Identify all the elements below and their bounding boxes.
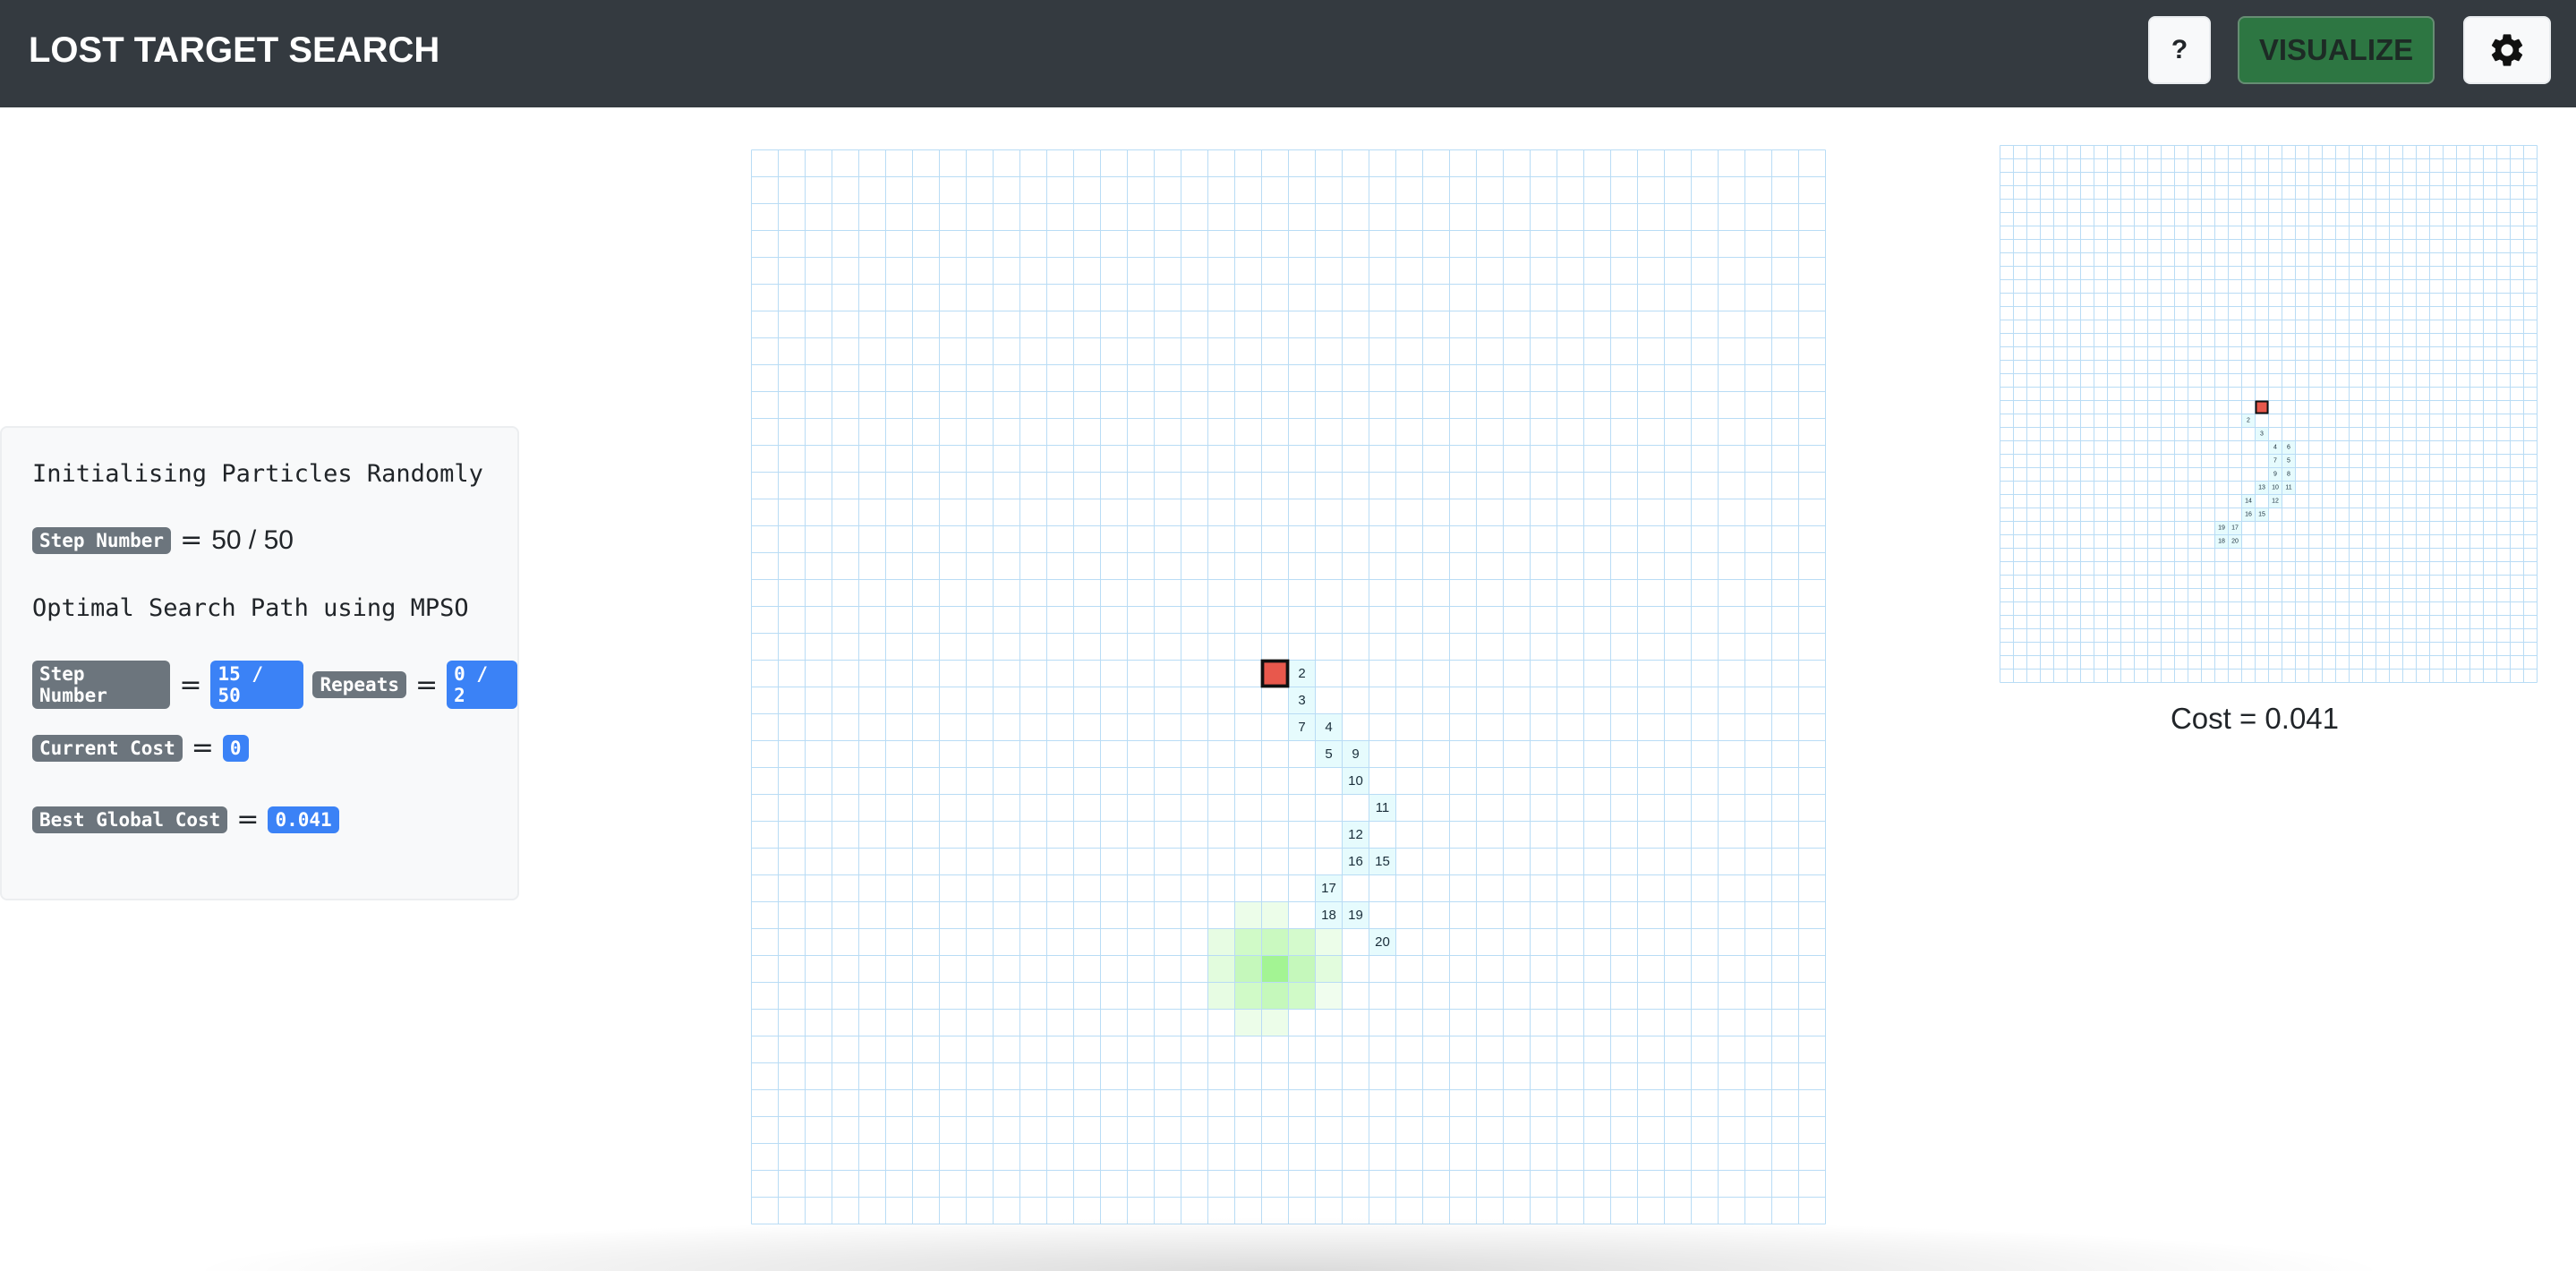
visualize-label: VISUALIZE bbox=[2258, 33, 2414, 66]
heat-cell bbox=[1207, 955, 1235, 983]
heat-cell bbox=[1234, 982, 1262, 1010]
path-step-label: 16 bbox=[2245, 512, 2252, 518]
path-step-label: 10 bbox=[1348, 773, 1363, 789]
path-step-label: 20 bbox=[1375, 934, 1390, 950]
heat-cell bbox=[1234, 1009, 1262, 1036]
settings-button[interactable] bbox=[2463, 16, 2551, 84]
footer-shadow bbox=[179, 1217, 2399, 1271]
path-step-label: 3 bbox=[2260, 431, 2264, 438]
heat-cell bbox=[1288, 955, 1316, 983]
heat-cell bbox=[1315, 982, 1343, 1010]
best-cost-row: Best Global Cost = 0.041 bbox=[32, 804, 339, 835]
heat-cell bbox=[1261, 955, 1289, 983]
path-step-label: 4 bbox=[1325, 720, 1332, 735]
step-number-badge: Step Number bbox=[32, 526, 172, 554]
path-step-label: 14 bbox=[2245, 499, 2252, 505]
step-number-badge: Step Number bbox=[32, 661, 171, 709]
path-step-label: 11 bbox=[1376, 800, 1390, 815]
path-step-label: 7 bbox=[2273, 458, 2277, 465]
heat-cell bbox=[1288, 928, 1316, 956]
visualize-button[interactable]: VISUALIZE bbox=[2238, 16, 2435, 84]
path-step-label: 18 bbox=[1321, 908, 1336, 923]
path-step-label: 2 bbox=[1298, 666, 1305, 681]
heat-cell bbox=[1207, 982, 1235, 1010]
heat-cell bbox=[1261, 901, 1289, 929]
path-step-label: 6 bbox=[2287, 445, 2290, 451]
heat-cell bbox=[1261, 982, 1289, 1010]
start-cell bbox=[2255, 400, 2269, 414]
equals-sign: = bbox=[191, 732, 214, 763]
gear-icon bbox=[2491, 34, 2523, 66]
path-step-label: 11 bbox=[2285, 485, 2291, 491]
path-step-label: 18 bbox=[2218, 539, 2225, 545]
path-step-label: 12 bbox=[1348, 827, 1363, 842]
path-step-label: 19 bbox=[2218, 525, 2225, 532]
heat-cell bbox=[1234, 901, 1262, 929]
mpso-step-row: Step Number = 15 / 50 Repeats = 0 / 2 bbox=[32, 661, 518, 709]
path-step-label: 9 bbox=[1352, 746, 1359, 762]
app-title: LOST TARGET SEARCH bbox=[29, 30, 440, 70]
path-step-label: 4 bbox=[2273, 445, 2277, 451]
init-step-value: 50 / 50 bbox=[211, 525, 294, 555]
heat-cell bbox=[1261, 928, 1289, 956]
search-grid[interactable]: 2 3 4 5 7 9 10 11 12 15 16 17 18 19 20 bbox=[751, 149, 1827, 1225]
heat-cell bbox=[1288, 982, 1316, 1010]
current-cost-badge: Current Cost bbox=[32, 734, 183, 762]
path-step-label: 20 bbox=[2231, 539, 2239, 545]
start-cell bbox=[1260, 659, 1290, 688]
path-step-label: 15 bbox=[1375, 854, 1390, 869]
path-step-label: 10 bbox=[2272, 485, 2279, 491]
equals-sign: = bbox=[180, 525, 203, 556]
current-cost-value: 0 bbox=[222, 734, 249, 762]
mpso-title: Optimal Search Path using MPSO bbox=[32, 594, 469, 622]
path-step-label: 5 bbox=[2287, 458, 2290, 465]
heat-cell bbox=[1234, 928, 1262, 956]
preview-grid: 2 3 4 6 7 5 9 8 13 10 11 14 12 16 15 19 17 18 20 bbox=[2000, 145, 2538, 683]
heat-cell bbox=[1207, 928, 1235, 956]
path-step-label: 17 bbox=[1321, 881, 1336, 896]
preview-cost-label: Cost = 0.041 bbox=[2170, 702, 2340, 735]
heat-cell bbox=[1315, 955, 1343, 983]
path-step-label: 9 bbox=[2273, 472, 2277, 478]
best-global-cost-value: 0.041 bbox=[268, 806, 339, 833]
path-step-label: 17 bbox=[2231, 525, 2239, 532]
path-step-label: 5 bbox=[1325, 746, 1332, 762]
heat-cell bbox=[1261, 1009, 1289, 1036]
equals-sign: = bbox=[415, 669, 439, 701]
init-title: Initialising Particles Randomly bbox=[32, 460, 483, 488]
path-step-label: 2 bbox=[2247, 418, 2250, 424]
repeats-badge: Repeats bbox=[312, 671, 406, 698]
help-button[interactable]: ? bbox=[2148, 16, 2211, 84]
path-step-label: 3 bbox=[1298, 693, 1305, 708]
path-step-label: 13 bbox=[2258, 485, 2265, 491]
heat-cell bbox=[1315, 928, 1343, 956]
init-step-row: Step Number = 50 / 50 bbox=[32, 525, 294, 556]
repeats-value: 0 / 2 bbox=[447, 661, 518, 709]
info-panel: Initialising Particles Randomly Step Num… bbox=[0, 426, 519, 900]
current-cost-row: Current Cost = 0 bbox=[32, 732, 249, 763]
path-step-label: 16 bbox=[1348, 854, 1363, 869]
equals-sign: = bbox=[236, 804, 260, 835]
heat-cell bbox=[1234, 955, 1262, 983]
path-step-label: 15 bbox=[2258, 512, 2265, 518]
path-step-label: 7 bbox=[1298, 720, 1305, 735]
mpso-step-value: 15 / 50 bbox=[210, 661, 304, 709]
path-step-label: 8 bbox=[2287, 472, 2290, 478]
best-global-cost-badge: Best Global Cost bbox=[32, 806, 228, 833]
path-step-label: 12 bbox=[2272, 499, 2279, 505]
path-step-label: 19 bbox=[1348, 908, 1363, 923]
navbar: LOST TARGET SEARCH ? VISUALIZE bbox=[0, 0, 2576, 107]
equals-sign: = bbox=[179, 669, 202, 701]
